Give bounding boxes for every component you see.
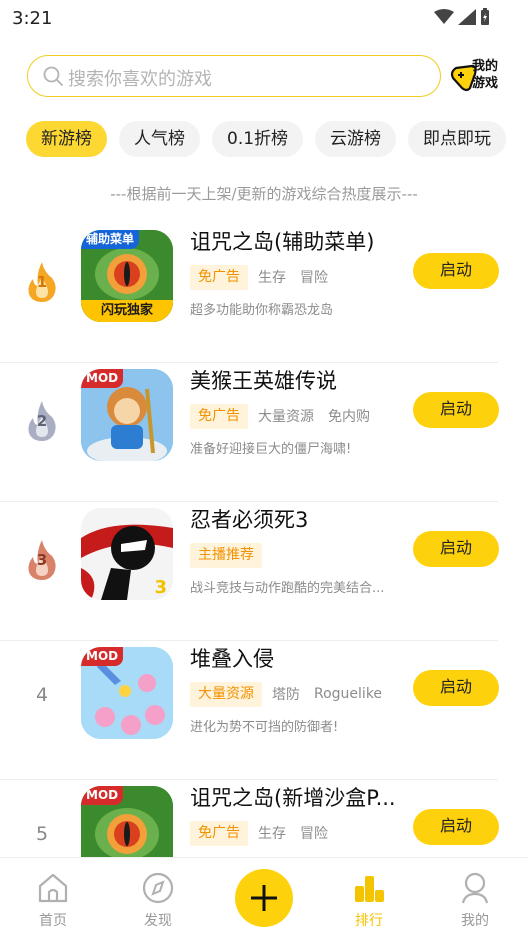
tab-popular[interactable]: 人气榜 (119, 121, 200, 157)
game-icon[interactable]: MOD (81, 786, 173, 857)
ranking-icon (355, 876, 384, 902)
game-title: 诅咒之岛(辅助菜单) (190, 230, 375, 254)
nav-ranking[interactable]: 排行 (339, 872, 399, 930)
tag: 生存 (258, 270, 286, 286)
launch-button[interactable]: 启动 (413, 392, 499, 428)
signal-icon (458, 8, 476, 25)
icon-badge: 辅助菜单 (81, 230, 140, 249)
ranking-tabs: 新游榜 人气榜 0.1折榜 云游榜 即点即玩 (26, 121, 528, 157)
game-tags: 免广告 生存 冒险 (190, 264, 342, 290)
nav-discover[interactable]: 发现 (128, 872, 188, 930)
tag: 生存 (258, 826, 286, 842)
ranking-notice: ---根据前一天上架/更新的游戏综合热度展示--- (110, 185, 418, 203)
game-icon[interactable]: 3 (81, 508, 173, 600)
launch-button[interactable]: 启动 (413, 531, 499, 567)
icon-corner-number: 3 (154, 577, 167, 598)
system-icons (434, 8, 490, 25)
game-row[interactable]: 1 辅助菜单 闪玩独家 诅咒之岛(辅助菜单) 免广告 生存 冒险 超多功能助你称… (0, 224, 528, 363)
game-description: 战斗竞技与动作跑酷的完美结合... (190, 581, 385, 596)
tab-cloud[interactable]: 云游榜 (315, 121, 397, 157)
game-row[interactable]: 4 MOD 堆叠入侵 大量资源 塔防 Roguelike 进化为势不可挡的防御者… (0, 641, 528, 780)
nav-mine[interactable]: 我的 (445, 872, 505, 930)
game-title: 堆叠入侵 (190, 647, 274, 671)
tag: 冒险 (300, 826, 328, 842)
launch-button[interactable]: 启动 (413, 253, 499, 289)
highlight-tag: 免广告 (190, 820, 248, 846)
search-icon (43, 66, 63, 86)
plus-button[interactable] (235, 869, 293, 927)
game-description: 准备好迎接巨大的僵尸海啸! (190, 442, 352, 457)
my-games-label: 我的 游戏 (472, 59, 499, 91)
wifi-icon (434, 8, 454, 24)
rank-number: 3 (36, 551, 48, 569)
user-icon (461, 872, 489, 904)
game-icon[interactable]: MOD (81, 647, 173, 739)
game-description: 进化为势不可挡的防御者! (190, 720, 339, 735)
game-tags: 免广告 生存 冒险 (190, 820, 342, 846)
game-tags: 大量资源 塔防 Roguelike (190, 681, 396, 707)
status-bar: 3:21 (0, 0, 528, 36)
nav-home-label: 首页 (39, 913, 67, 929)
search-placeholder: 搜索你喜欢的游戏 (68, 69, 212, 90)
highlight-tag: 主播推荐 (190, 542, 262, 568)
rank-number: 5 (35, 823, 49, 845)
game-icon[interactable]: MOD (81, 369, 173, 461)
bottom-navigation: 首页 发现 排行 我的 (0, 857, 528, 939)
tag: 免内购 (328, 409, 370, 425)
icon-badge: MOD (81, 647, 124, 666)
nav-discover-label: 发现 (144, 913, 172, 929)
game-icon[interactable]: 辅助菜单 闪玩独家 (81, 230, 173, 322)
tag: 冒险 (300, 270, 328, 286)
game-title: 忍者必须死3 (190, 508, 309, 532)
icon-badge: MOD (81, 369, 124, 388)
tag: 塔防 (272, 687, 300, 703)
nav-mine-label: 我的 (461, 913, 489, 929)
rank-number: 1 (36, 273, 48, 291)
highlight-tag: 免广告 (190, 403, 248, 429)
game-description: 超多功能助你称霸恐龙岛 (190, 303, 334, 318)
icon-badge: MOD (81, 786, 124, 805)
tab-new-games[interactable]: 新游榜 (26, 121, 107, 157)
tab-instant-play[interactable]: 即点即玩 (408, 121, 507, 157)
game-title: 诅咒之岛(新增沙盒P... (190, 786, 396, 810)
game-tags: 主播推荐 (190, 542, 272, 568)
highlight-tag: 大量资源 (190, 681, 262, 707)
game-tags: 免广告 大量资源 免内购 (190, 403, 384, 429)
search-bar[interactable]: 搜索你喜欢的游戏 (27, 55, 441, 97)
game-row[interactable]: 3 3 忍者必须死3 主播推荐 战斗竞技与动作跑酷的完美结合... 启动 (0, 502, 528, 641)
game-row[interactable]: 5 MOD 诅咒之岛(新增沙盒P... 免广告 生存 冒险 启动 (0, 780, 528, 857)
nav-home[interactable]: 首页 (23, 872, 83, 930)
plus-icon (251, 885, 277, 911)
nav-ranking-label: 排行 (355, 913, 383, 929)
game-row[interactable]: 2 MOD 美猴王英雄传说 免广告 大量资源 免内购 准备好迎接巨大的僵尸海啸!… (0, 363, 528, 502)
game-title: 美猴王英雄传说 (190, 369, 337, 393)
compass-icon (142, 872, 174, 904)
battery-icon (481, 8, 489, 25)
tag: 大量资源 (258, 409, 314, 425)
my-games-button[interactable]: 我的 游戏 (450, 58, 504, 96)
highlight-tag: 免广告 (190, 264, 248, 290)
home-icon (38, 873, 68, 903)
launch-button[interactable]: 启动 (413, 809, 499, 845)
rank-number: 4 (35, 684, 49, 706)
launch-button[interactable]: 启动 (413, 670, 499, 706)
status-time: 3:21 (12, 8, 53, 29)
rank-number: 2 (36, 412, 48, 430)
icon-bottom-label: 闪玩独家 (100, 303, 153, 318)
tab-discount[interactable]: 0.1折榜 (212, 121, 304, 157)
tag: Roguelike (314, 686, 383, 702)
